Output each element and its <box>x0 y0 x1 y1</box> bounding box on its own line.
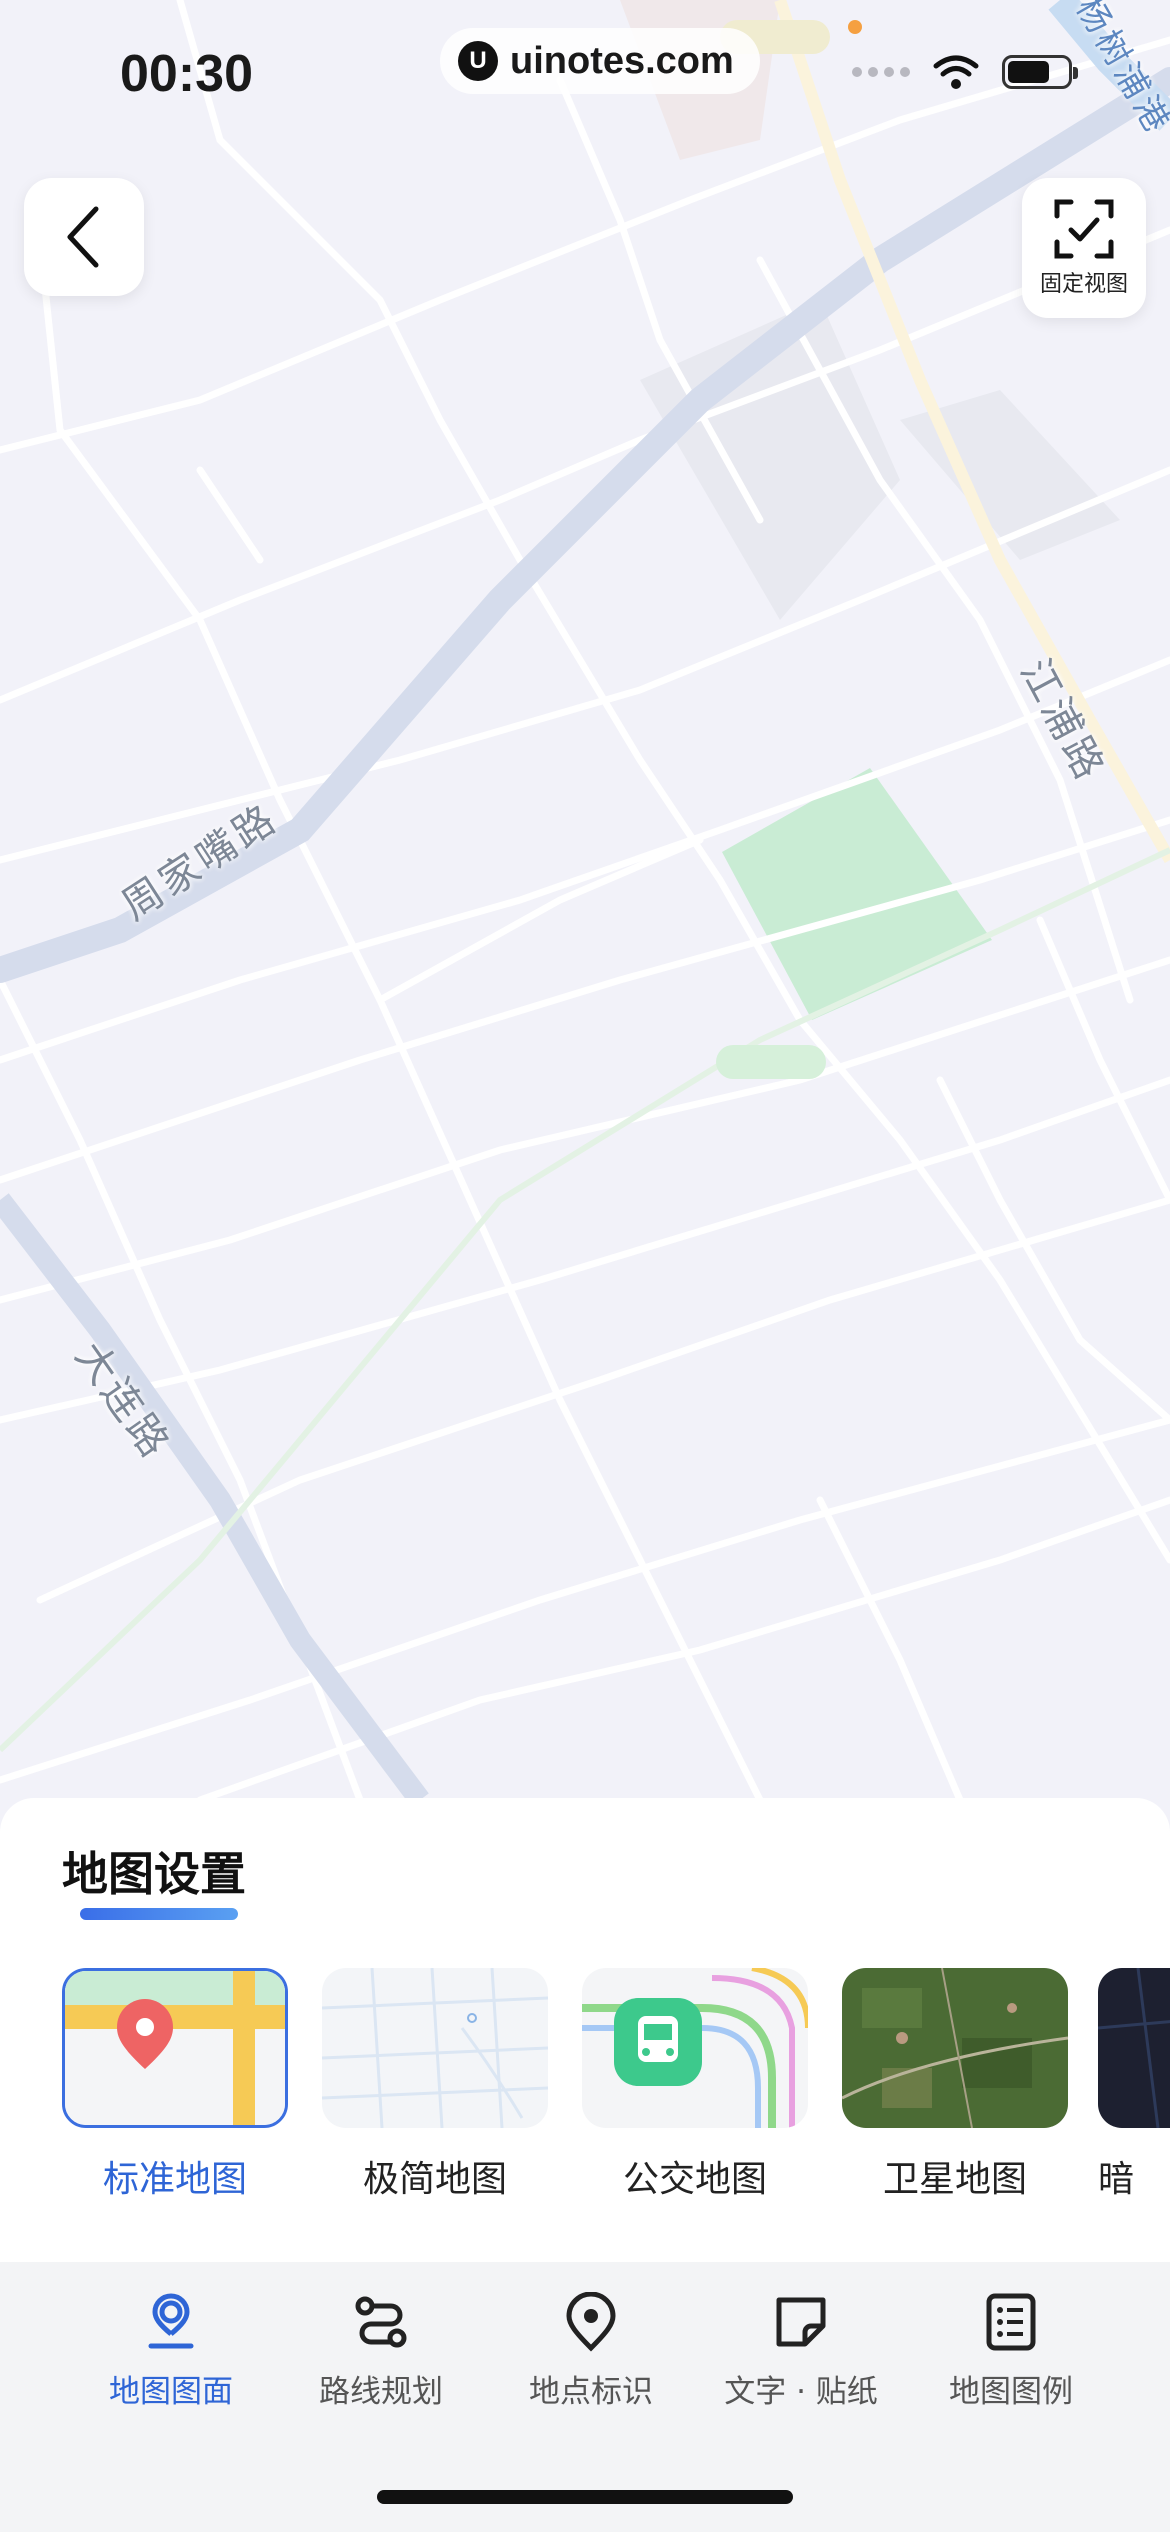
home-indicator <box>377 2490 793 2504</box>
tab-place-marker[interactable]: 地点标识 <box>486 2290 696 2411</box>
tab-map-surface[interactable]: 地图图面 <box>66 2290 276 2411</box>
tab-label: 地图图例 <box>949 2374 1073 2410</box>
tab-label: 文字 · 贴纸 <box>724 2374 878 2410</box>
dark-map-thumbnail <box>1098 1968 1170 2128</box>
tab-label: 地点标识 <box>529 2374 653 2410</box>
privacy-indicator-icon <box>848 20 862 34</box>
location-pin-icon <box>559 2290 623 2354</box>
map-style-satellite[interactable]: 卫星地图 <box>842 1968 1068 2202</box>
chevron-left-icon <box>67 206 99 268</box>
map-settings-sheet: 地图设置 标准地图 极简地图 公交地图 卫星地图 暗 <box>0 1798 1170 2262</box>
battery-fill <box>1008 61 1049 83</box>
minimal-map-thumbnail <box>322 1968 548 2128</box>
map-style-transit[interactable]: 公交地图 <box>582 1968 808 2202</box>
wifi-icon <box>933 55 979 89</box>
fix-view-label: 固定视图 <box>1039 272 1128 297</box>
tab-label: 地图图面 <box>109 2374 233 2410</box>
style-label: 卫星地图 <box>882 2159 1027 2200</box>
legend-list-icon <box>979 2290 1043 2354</box>
style-label: 暗 <box>1098 2159 1135 2200</box>
scan-check-icon <box>1054 199 1114 259</box>
map-view[interactable]: 周家嘴路 大连路 江浦路 杨树浦港 <box>0 0 1170 1807</box>
fix-view-button[interactable]: 固定视图 <box>1022 178 1146 318</box>
map-style-dark[interactable]: 暗 <box>1098 1968 1170 2202</box>
uinotes-logo-icon: U <box>458 41 498 81</box>
style-label: 极简地图 <box>362 2159 507 2200</box>
map-style-standard[interactable]: 标准地图 <box>62 1968 288 2202</box>
status-time: 00:30 <box>120 45 253 103</box>
satellite-map-thumbnail <box>842 1968 1068 2128</box>
title-underline <box>80 1908 238 1920</box>
watermark: U uinotes.com <box>440 28 760 94</box>
sticker-icon <box>769 2290 833 2354</box>
tab-text-sticker[interactable]: 文字 · 贴纸 <box>696 2290 906 2411</box>
watermark-text: uinotes.com <box>510 39 734 82</box>
back-button[interactable] <box>24 178 144 296</box>
map-style-list[interactable]: 标准地图 极简地图 公交地图 卫星地图 暗 <box>62 1968 1170 2228</box>
map-style-minimal[interactable]: 极简地图 <box>322 1968 548 2202</box>
route-icon <box>349 2290 413 2354</box>
style-label: 标准地图 <box>102 2159 247 2200</box>
transit-map-thumbnail <box>582 1968 808 2128</box>
signal-icon <box>852 67 910 77</box>
map-pin-person-icon <box>139 2290 203 2354</box>
battery-icon <box>1002 55 1078 89</box>
status-icons <box>852 54 1078 90</box>
standard-map-thumbnail <box>62 1968 288 2128</box>
sheet-title: 地图设置 <box>62 1847 246 1901</box>
style-label: 公交地图 <box>622 2159 767 2200</box>
tab-map-legend[interactable]: 地图图例 <box>906 2290 1116 2411</box>
tab-route-planning[interactable]: 路线规划 <box>276 2290 486 2411</box>
tab-label: 路线规划 <box>319 2374 443 2410</box>
